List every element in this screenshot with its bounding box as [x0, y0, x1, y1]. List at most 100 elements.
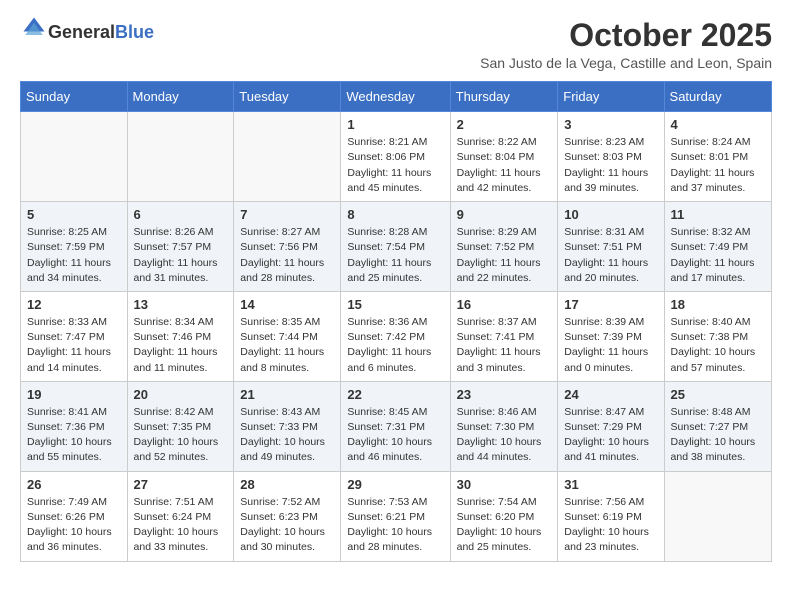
day-number: 28 — [240, 477, 335, 492]
calendar-day-cell: 27 Sunrise: 7:51 AM Sunset: 6:24 PM Dayli… — [127, 471, 234, 561]
day-number: 3 — [564, 117, 658, 132]
calendar-day-cell: 18 Sunrise: 8:40 AM Sunset: 7:38 PM Dayli… — [664, 291, 771, 381]
day-of-week-header: Thursday — [450, 82, 558, 112]
calendar-day-cell: 15 Sunrise: 8:36 AM Sunset: 7:42 PM Dayli… — [341, 291, 450, 381]
day-number: 17 — [564, 297, 658, 312]
calendar-day-cell: 26Sunrise: 7:49 AM Sunset: 6:26 PM Dayli… — [21, 471, 128, 561]
day-of-week-header: Sunday — [21, 82, 128, 112]
day-number: 30 — [457, 477, 553, 492]
calendar-day-cell — [21, 112, 128, 202]
calendar-day-cell: 6Sunrise: 8:26 AM Sunset: 7:57 PM Daylig… — [127, 202, 234, 292]
day-number: 21 — [240, 387, 335, 402]
day-info: Sunrise: 8:41 AM Sunset: 7:36 PM Dayligh… — [27, 405, 122, 466]
calendar-week-row: 1 Sunrise: 8:21 AM Sunset: 8:06 PM Daylig… — [21, 112, 772, 202]
logo-general-text: General — [48, 22, 115, 42]
day-of-week-header: Friday — [558, 82, 664, 112]
day-info: Sunrise: 8:29 AM Sunset: 7:52 PM Dayligh… — [457, 225, 553, 286]
calendar-title: October 2025 — [480, 18, 772, 53]
day-number: 8 — [347, 207, 444, 222]
calendar-day-cell: 23Sunrise: 8:46 AM Sunset: 7:30 PM Dayli… — [450, 381, 558, 471]
day-number: 14 — [240, 297, 335, 312]
calendar-day-cell: 22 Sunrise: 8:45 AM Sunset: 7:31 PM Dayli… — [341, 381, 450, 471]
calendar-day-cell — [664, 471, 771, 561]
calendar-day-cell: 4 Sunrise: 8:24 AM Sunset: 8:01 PM Daylig… — [664, 112, 771, 202]
day-info: Sunrise: 8:31 AM Sunset: 7:51 PM Dayligh… — [564, 225, 658, 286]
calendar-day-cell: 16Sunrise: 8:37 AM Sunset: 7:41 PM Dayli… — [450, 291, 558, 381]
day-info: Sunrise: 8:48 AM Sunset: 7:27 PM Dayligh… — [671, 405, 766, 466]
calendar-day-cell: 21 Sunrise: 8:43 AM Sunset: 7:33 PM Dayli… — [234, 381, 341, 471]
day-of-week-header: Wednesday — [341, 82, 450, 112]
day-info: Sunrise: 7:56 AM Sunset: 6:19 PM Dayligh… — [564, 495, 658, 556]
day-number: 20 — [134, 387, 229, 402]
day-info: Sunrise: 8:37 AM Sunset: 7:41 PM Dayligh… — [457, 315, 553, 376]
day-info: Sunrise: 8:28 AM Sunset: 7:54 PM Dayligh… — [347, 225, 444, 286]
day-info: Sunrise: 8:33 AM Sunset: 7:47 PM Dayligh… — [27, 315, 122, 376]
calendar-day-cell: 19 Sunrise: 8:41 AM Sunset: 7:36 PM Dayli… — [21, 381, 128, 471]
day-number: 19 — [27, 387, 122, 402]
day-info: Sunrise: 8:43 AM Sunset: 7:33 PM Dayligh… — [240, 405, 335, 466]
day-number: 6 — [134, 207, 229, 222]
calendar-day-cell: 17 Sunrise: 8:39 AM Sunset: 7:39 PM Dayli… — [558, 291, 664, 381]
day-number: 11 — [671, 207, 766, 222]
day-number: 18 — [671, 297, 766, 312]
calendar-day-cell — [234, 112, 341, 202]
day-number: 9 — [457, 207, 553, 222]
day-info: Sunrise: 8:27 AM Sunset: 7:56 PM Dayligh… — [240, 225, 335, 286]
day-info: Sunrise: 8:45 AM Sunset: 7:31 PM Dayligh… — [347, 405, 444, 466]
calendar-day-cell: 14 Sunrise: 8:35 AM Sunset: 7:44 PM Dayli… — [234, 291, 341, 381]
day-of-week-header: Monday — [127, 82, 234, 112]
day-number: 24 — [564, 387, 658, 402]
day-info: Sunrise: 8:34 AM Sunset: 7:46 PM Dayligh… — [134, 315, 229, 376]
day-number: 27 — [134, 477, 229, 492]
calendar-day-cell: 8 Sunrise: 8:28 AM Sunset: 7:54 PM Daylig… — [341, 202, 450, 292]
day-info: Sunrise: 7:52 AM Sunset: 6:23 PM Dayligh… — [240, 495, 335, 556]
day-info: Sunrise: 8:39 AM Sunset: 7:39 PM Dayligh… — [564, 315, 658, 376]
day-number: 10 — [564, 207, 658, 222]
calendar-day-cell: 30 Sunrise: 7:54 AM Sunset: 6:20 PM Dayli… — [450, 471, 558, 561]
calendar-day-cell: 24Sunrise: 8:47 AM Sunset: 7:29 PM Dayli… — [558, 381, 664, 471]
day-info: Sunrise: 7:54 AM Sunset: 6:20 PM Dayligh… — [457, 495, 553, 556]
calendar-day-cell: 10 Sunrise: 8:31 AM Sunset: 7:51 PM Dayli… — [558, 202, 664, 292]
day-number: 22 — [347, 387, 444, 402]
calendar-day-cell: 5Sunrise: 8:25 AM Sunset: 7:59 PM Daylig… — [21, 202, 128, 292]
day-info: Sunrise: 8:24 AM Sunset: 8:01 PM Dayligh… — [671, 135, 766, 196]
day-info: Sunrise: 8:21 AM Sunset: 8:06 PM Dayligh… — [347, 135, 444, 196]
calendar-table: SundayMondayTuesdayWednesdayThursdayFrid… — [20, 81, 772, 561]
day-info: Sunrise: 8:42 AM Sunset: 7:35 PM Dayligh… — [134, 405, 229, 466]
calendar-day-cell: 2Sunrise: 8:22 AM Sunset: 8:04 PM Daylig… — [450, 112, 558, 202]
calendar-day-cell: 25Sunrise: 8:48 AM Sunset: 7:27 PM Dayli… — [664, 381, 771, 471]
logo: GeneralBlue — [20, 18, 154, 47]
day-info: Sunrise: 7:51 AM Sunset: 6:24 PM Dayligh… — [134, 495, 229, 556]
day-info: Sunrise: 8:23 AM Sunset: 8:03 PM Dayligh… — [564, 135, 658, 196]
day-number: 7 — [240, 207, 335, 222]
day-of-week-header: Tuesday — [234, 82, 341, 112]
calendar-week-row: 26Sunrise: 7:49 AM Sunset: 6:26 PM Dayli… — [21, 471, 772, 561]
page: GeneralBlue October 2025 San Justo de la… — [0, 0, 792, 576]
day-info: Sunrise: 8:35 AM Sunset: 7:44 PM Dayligh… — [240, 315, 335, 376]
day-info: Sunrise: 8:40 AM Sunset: 7:38 PM Dayligh… — [671, 315, 766, 376]
day-info: Sunrise: 8:36 AM Sunset: 7:42 PM Dayligh… — [347, 315, 444, 376]
calendar-day-cell: 13 Sunrise: 8:34 AM Sunset: 7:46 PM Dayli… — [127, 291, 234, 381]
day-number: 4 — [671, 117, 766, 132]
calendar-day-cell: 28 Sunrise: 7:52 AM Sunset: 6:23 PM Dayli… — [234, 471, 341, 561]
calendar-week-row: 12Sunrise: 8:33 AM Sunset: 7:47 PM Dayli… — [21, 291, 772, 381]
calendar-day-cell: 20 Sunrise: 8:42 AM Sunset: 7:35 PM Dayli… — [127, 381, 234, 471]
day-number: 13 — [134, 297, 229, 312]
day-number: 29 — [347, 477, 444, 492]
title-block: October 2025 San Justo de la Vega, Casti… — [480, 18, 772, 71]
day-number: 5 — [27, 207, 122, 222]
day-number: 1 — [347, 117, 444, 132]
header-row: SundayMondayTuesdayWednesdayThursdayFrid… — [21, 82, 772, 112]
calendar-day-cell: 31Sunrise: 7:56 AM Sunset: 6:19 PM Dayli… — [558, 471, 664, 561]
calendar-week-row: 19 Sunrise: 8:41 AM Sunset: 7:36 PM Dayli… — [21, 381, 772, 471]
calendar-day-cell: 11Sunrise: 8:32 AM Sunset: 7:49 PM Dayli… — [664, 202, 771, 292]
day-number: 15 — [347, 297, 444, 312]
calendar-day-cell: 7 Sunrise: 8:27 AM Sunset: 7:56 PM Daylig… — [234, 202, 341, 292]
day-info: Sunrise: 7:49 AM Sunset: 6:26 PM Dayligh… — [27, 495, 122, 556]
calendar-day-cell: 3 Sunrise: 8:23 AM Sunset: 8:03 PM Daylig… — [558, 112, 664, 202]
calendar-subtitle: San Justo de la Vega, Castille and Leon,… — [480, 55, 772, 71]
day-info: Sunrise: 8:22 AM Sunset: 8:04 PM Dayligh… — [457, 135, 553, 196]
calendar-day-cell — [127, 112, 234, 202]
calendar-day-cell: 9 Sunrise: 8:29 AM Sunset: 7:52 PM Daylig… — [450, 202, 558, 292]
calendar-day-cell: 12Sunrise: 8:33 AM Sunset: 7:47 PM Dayli… — [21, 291, 128, 381]
